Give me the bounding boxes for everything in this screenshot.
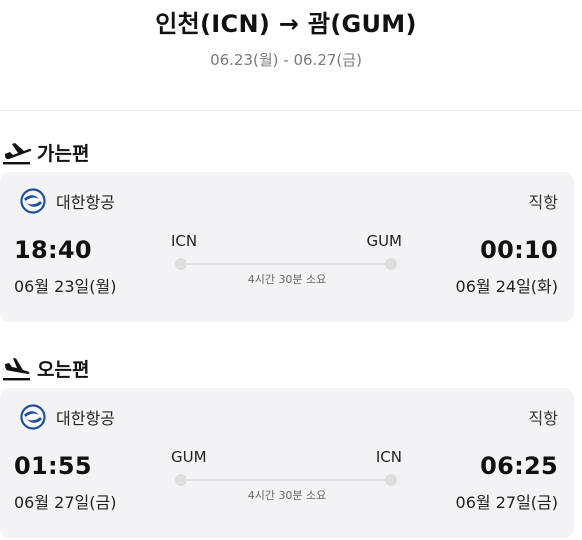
outbound-flight-card[interactable]: 대한항공 직항 18:40 06월 23일(월) ICN GUM 4시간 30분… [0, 172, 574, 322]
outbound-label: 가는편 [37, 142, 90, 165]
trip-header: 인천(ICN) → 괌(GUM) 06.23(월) - 06.27(금) [0, 0, 582, 111]
outbound-section-title: 가는편 [2, 138, 89, 166]
inbound-airline: 대한항공 [20, 404, 115, 430]
inbound-label: 오는편 [37, 358, 90, 381]
inbound-departure-time: 01:55 [14, 452, 92, 480]
inbound-arrival-date: 06월 27일(금) [455, 493, 558, 512]
inbound-arrival-code: ICN [375, 448, 402, 466]
inbound-airline-name: 대한항공 [56, 409, 115, 428]
korean-air-logo [20, 404, 46, 430]
inbound-duration: 4시간 30분 소요 [247, 489, 327, 502]
inbound-arrival-dot [385, 474, 397, 486]
trip-dates: 06.23(월) - 06.27(금) [210, 51, 362, 69]
korean-air-logo [20, 188, 46, 214]
airplane-landing-icon [3, 358, 30, 381]
inbound-section-title: 오는편 [2, 354, 89, 382]
inbound-departure-code: GUM [171, 448, 207, 466]
inbound-route-line [186, 479, 390, 481]
outbound-arrival-date: 06월 24일(화) [455, 277, 558, 296]
outbound-airline-name: 대한항공 [56, 193, 115, 212]
inbound-arrival-time: 06:25 [480, 452, 558, 480]
outbound-departure-date: 06월 23일(월) [14, 277, 117, 296]
inbound-departure-date: 06월 27일(금) [14, 493, 117, 512]
outbound-departure-dot [175, 258, 187, 270]
route-title: 인천(ICN) → 괌(GUM) [155, 10, 417, 38]
inbound-flight-card[interactable]: 대한항공 직항 01:55 06월 27일(금) GUM ICN 4시간 30분… [0, 388, 574, 538]
inbound-direct-badge: 직항 [528, 409, 558, 428]
outbound-direct-badge: 직항 [528, 193, 558, 212]
outbound-departure-code: ICN [171, 232, 198, 250]
outbound-route-line [186, 263, 390, 265]
inbound-departure-dot [175, 474, 187, 486]
outbound-arrival-code: GUM [366, 232, 402, 250]
outbound-arrival-dot [385, 258, 397, 270]
airplane-takeoff-icon [3, 143, 32, 165]
outbound-departure-time: 18:40 [14, 236, 92, 264]
outbound-duration: 4시간 30분 소요 [247, 273, 327, 286]
outbound-arrival-time: 00:10 [480, 236, 558, 264]
outbound-airline: 대한항공 [20, 188, 115, 214]
